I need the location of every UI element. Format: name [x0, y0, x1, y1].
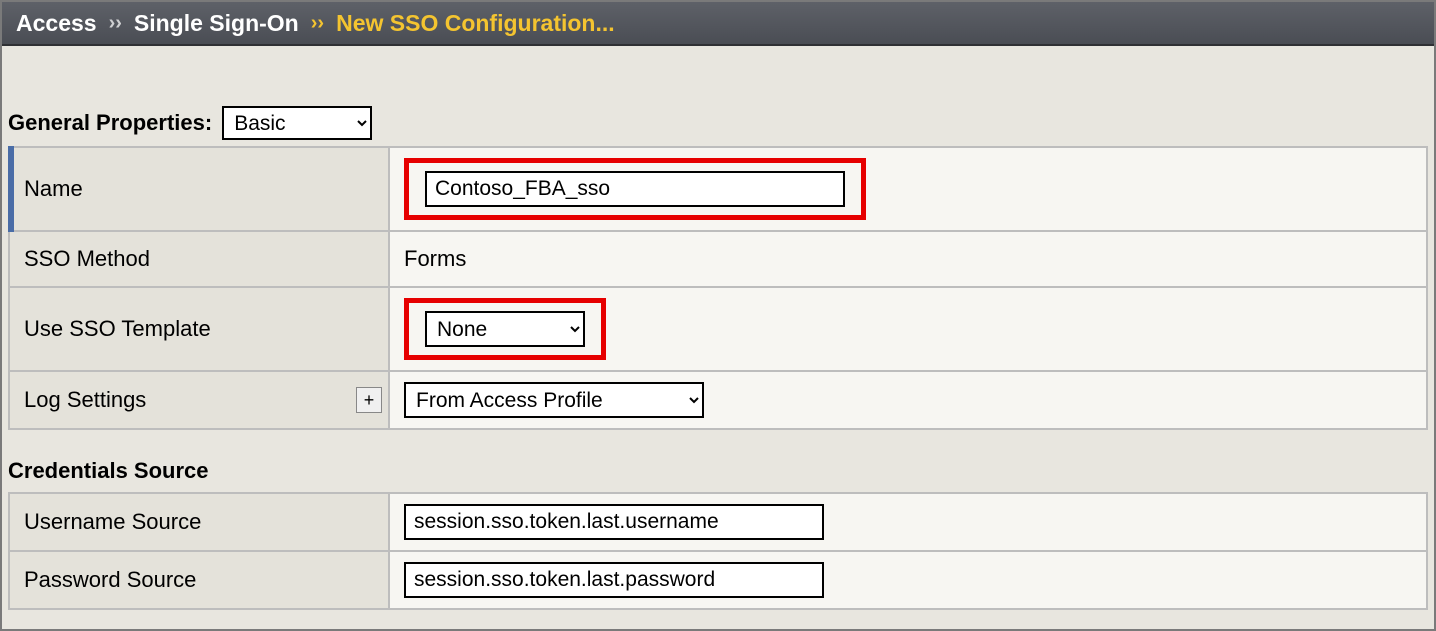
log-settings-select[interactable]: From Access Profile: [404, 382, 704, 418]
breadcrumb-item-access[interactable]: Access: [16, 10, 97, 37]
chevron-right-icon: ››: [109, 12, 122, 35]
chevron-right-icon: ››: [311, 12, 324, 35]
add-log-setting-button[interactable]: +: [356, 387, 382, 413]
password-source-label: Password Source: [24, 567, 196, 592]
breadcrumb-item-current: New SSO Configuration...: [336, 10, 615, 37]
credentials-source-title: Credentials Source: [2, 430, 1434, 492]
log-settings-label: Log Settings: [24, 387, 146, 412]
breadcrumb: Access ›› Single Sign-On ›› New SSO Conf…: [2, 2, 1434, 46]
highlight-box: [404, 158, 866, 220]
use-sso-template-select[interactable]: None: [425, 311, 585, 347]
credentials-source-table: Username Source Password Source: [8, 492, 1428, 610]
active-row-indicator: [8, 146, 14, 232]
username-source-input[interactable]: [404, 504, 824, 540]
view-mode-select[interactable]: Basic: [222, 106, 372, 140]
highlight-box: None: [404, 298, 606, 360]
name-input[interactable]: [425, 171, 845, 207]
password-source-input[interactable]: [404, 562, 824, 598]
username-source-label: Username Source: [24, 509, 201, 534]
sso-method-label: SSO Method: [24, 246, 150, 271]
general-properties-table: Name SSO Method Forms Use SSO Template: [8, 146, 1428, 430]
sso-method-value: Forms: [404, 246, 466, 271]
name-label: Name: [24, 176, 83, 201]
use-sso-template-label: Use SSO Template: [24, 316, 211, 341]
breadcrumb-item-sso[interactable]: Single Sign-On: [134, 10, 299, 37]
general-properties-title: General Properties:: [8, 110, 212, 136]
